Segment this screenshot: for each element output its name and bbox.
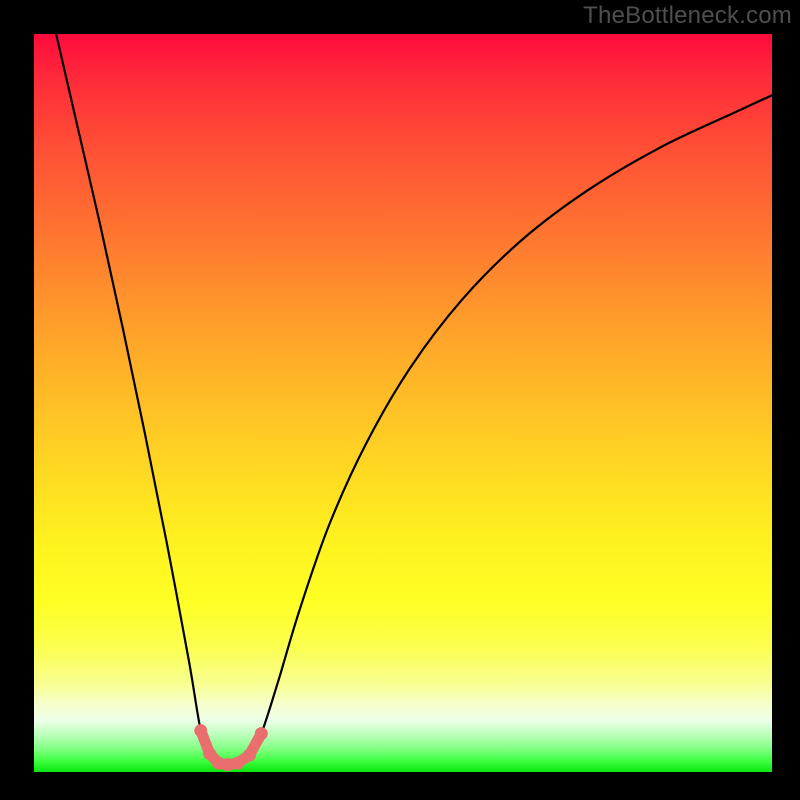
watermark-text: TheBottleneck.com <box>583 2 792 30</box>
marker-dot <box>203 747 216 760</box>
marker-dot <box>231 757 244 770</box>
marker-group <box>194 724 268 771</box>
marker-dot <box>255 727 268 740</box>
curve-svg <box>34 34 772 772</box>
marker-dot <box>243 749 256 762</box>
bottleneck-curve <box>56 34 772 765</box>
chart-root: TheBottleneck.com <box>0 0 800 800</box>
plot-area <box>34 34 772 772</box>
marker-dot <box>194 724 207 737</box>
